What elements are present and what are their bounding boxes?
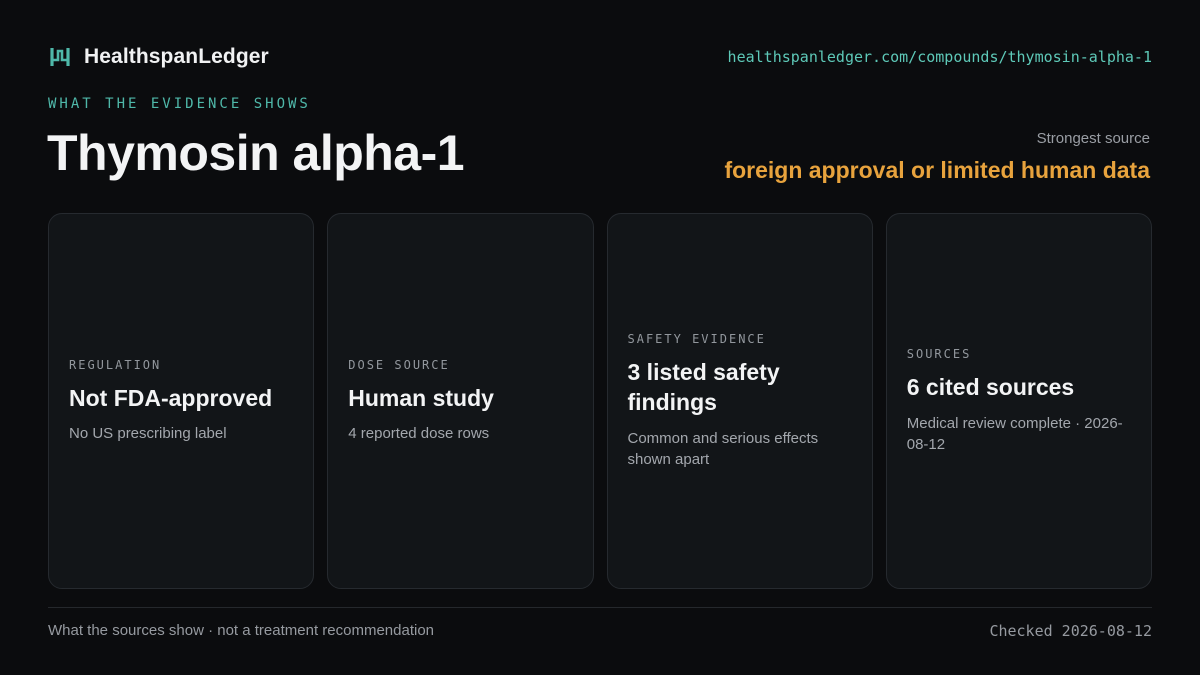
card-regulation: REGULATION Not FDA-approved No US prescr…	[48, 213, 315, 589]
card-note: 4 reported dose rows	[348, 425, 490, 443]
section-eyebrow: WHAT THE EVIDENCE SHOWS	[48, 96, 311, 112]
brand[interactable]: HealthspanLedger	[48, 45, 269, 69]
footer-divider	[48, 607, 1152, 608]
strongest-source: Strongest source foreign approval or lim…	[724, 130, 1150, 184]
page-url-link[interactable]: healthspanledger.com/compounds/thymosin-…	[728, 48, 1152, 66]
card-label: SOURCES	[906, 347, 972, 362]
brand-name: HealthspanLedger	[84, 45, 269, 68]
card-value: Not FDA-approved	[69, 384, 273, 411]
card-label: SAFETY EVIDENCE	[627, 332, 766, 347]
card-note: No US prescribing label	[69, 425, 227, 443]
card-value: 3 listed safety findings	[627, 359, 780, 415]
evidence-cards: REGULATION Not FDA-approved No US prescr…	[48, 213, 1152, 589]
footer-checked-date: Checked 2026-08-12	[989, 622, 1152, 640]
card-value: 6 cited sources	[906, 374, 1075, 401]
strongest-source-value: foreign approval or limited human data	[724, 157, 1150, 183]
card-dose-source: DOSE SOURCE Human study 4 reported dose …	[327, 213, 594, 589]
ledger-bracket-icon	[50, 48, 70, 66]
site-header: HealthspanLedger healthspanledger.com/co…	[48, 42, 1152, 72]
card-label: REGULATION	[69, 357, 162, 372]
card-sources: SOURCES 6 cited sources Medical review c…	[885, 213, 1152, 589]
strongest-source-label: Strongest source	[1036, 130, 1150, 147]
card-safety-evidence: SAFETY EVIDENCE 3 listed safety findings…	[606, 213, 873, 589]
card-value: Human study	[348, 384, 494, 411]
card-label: DOSE SOURCE	[348, 357, 450, 372]
footer-disclaimer: What the sources show · not a treatment …	[48, 622, 435, 639]
card-note: Medical review complete · 2026-08-12	[906, 414, 1123, 453]
page-title: Thymosin alpha-1	[47, 125, 465, 181]
card-note: Common and serious effects shown apart	[627, 429, 819, 468]
